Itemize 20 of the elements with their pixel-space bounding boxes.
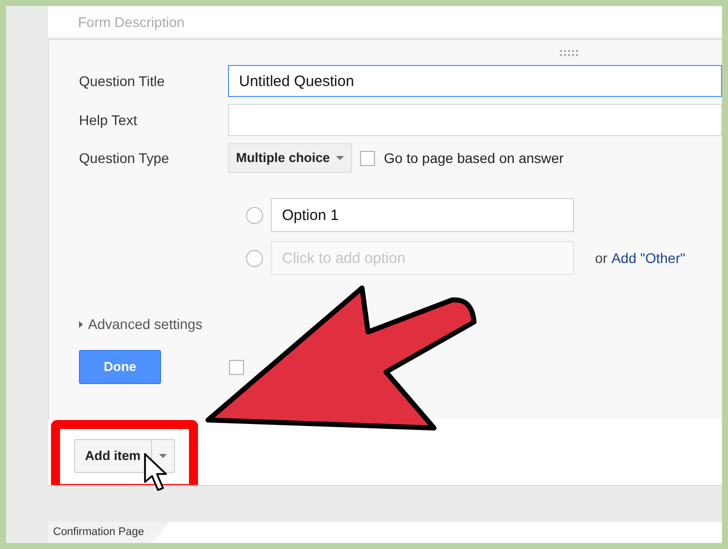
radio-button[interactable] <box>246 206 263 224</box>
form-description-field[interactable]: Form Description <box>48 6 722 37</box>
checkbox-label: Go to page based on answer <box>384 148 564 168</box>
caret-icon <box>336 156 344 160</box>
confirmation-page-tab[interactable]: Confirmation Page <box>48 522 170 543</box>
radio-button[interactable] <box>246 250 263 266</box>
checkbox[interactable] <box>229 360 244 374</box>
text-field[interactable]: Untitled Question <box>228 65 722 97</box>
field-label: Help Text <box>79 110 138 130</box>
caret-icon <box>158 454 167 458</box>
triangle-icon <box>79 321 83 328</box>
or-text: or <box>595 248 608 268</box>
text-field[interactable] <box>228 104 722 136</box>
field-label: Question Title <box>79 72 166 91</box>
advanced-settings-toggle[interactable]: Advanced settings <box>79 314 202 335</box>
field-label: Question Type <box>79 148 170 168</box>
option-field[interactable]: Option 1 <box>271 198 574 232</box>
question-type-dropdown[interactable]: Multiple choice <box>228 143 352 173</box>
checkbox[interactable] <box>360 150 375 166</box>
add-other-link[interactable]: Add "Other" <box>611 248 686 268</box>
